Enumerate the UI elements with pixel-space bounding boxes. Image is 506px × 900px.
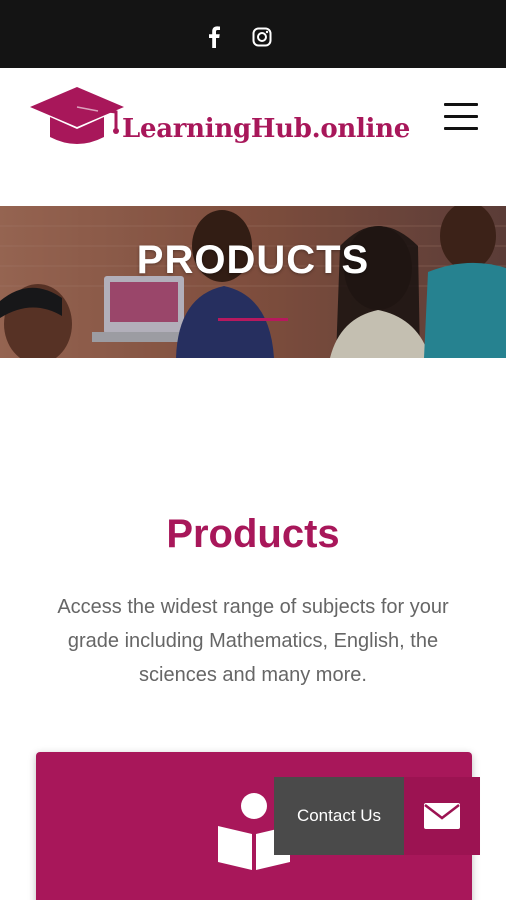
hero-title: PRODUCTS [136, 238, 370, 282]
facebook-icon[interactable] [202, 25, 226, 49]
contact-us-button[interactable]: Contact Us [274, 777, 404, 855]
hero-banner: PRODUCTS [0, 206, 506, 358]
hero-underline-divider [218, 318, 288, 321]
logo-text: LearningHub.online [122, 114, 410, 144]
products-heading: Products [166, 512, 340, 556]
site-header: LearningHub.online [0, 68, 506, 206]
instagram-icon[interactable] [250, 25, 274, 49]
graduation-cap-icon [30, 87, 124, 144]
products-description: Access the widest range of subjects for … [57, 596, 449, 686]
envelope-icon[interactable] [404, 777, 480, 855]
hamburger-menu-icon[interactable] [444, 103, 480, 133]
top-social-bar [0, 0, 506, 68]
site-logo[interactable]: LearningHub.online [28, 85, 410, 155]
